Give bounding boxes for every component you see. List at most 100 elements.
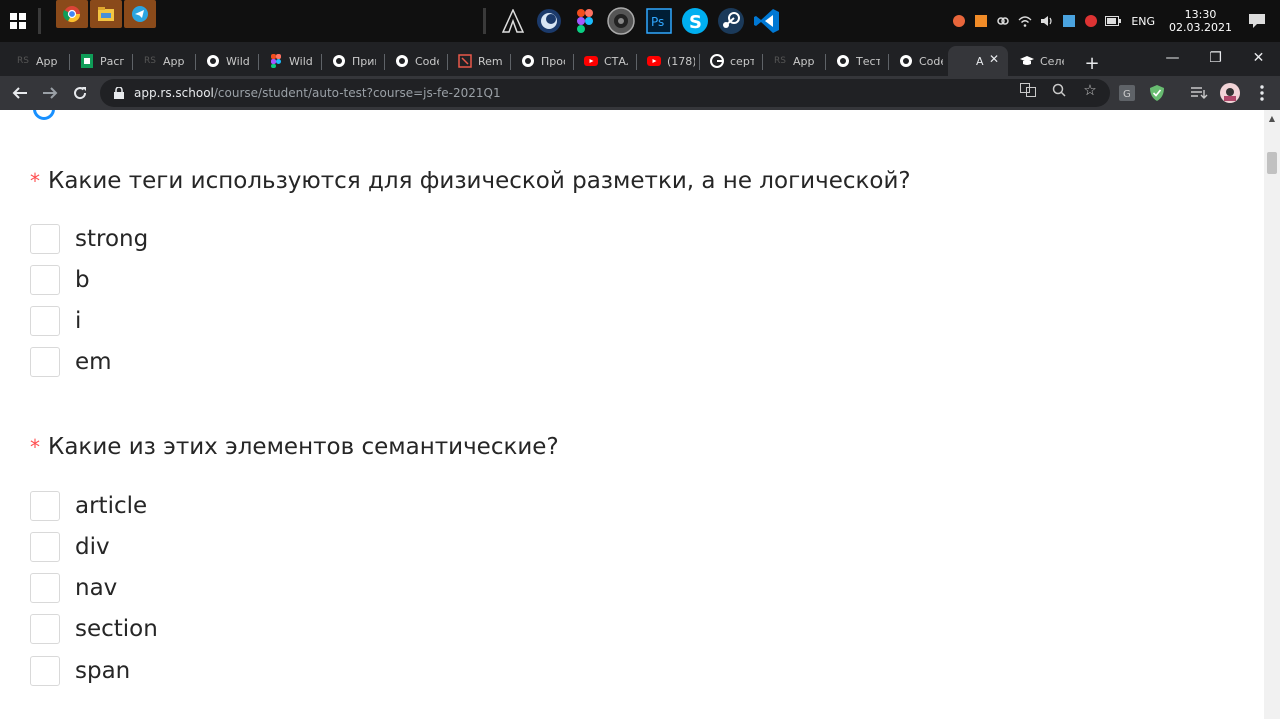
battery-icon[interactable] <box>1105 13 1122 29</box>
cinema4d-icon[interactable] <box>534 6 564 36</box>
partial-radio-icon[interactable] <box>33 110 55 120</box>
forward-button[interactable] <box>37 80 63 106</box>
more-menu-icon[interactable] <box>1253 84 1271 102</box>
option-span[interactable]: span <box>30 656 130 686</box>
checkbox[interactable] <box>30 347 60 377</box>
new-tab-button[interactable]: + <box>1079 50 1105 76</box>
tab[interactable]: Расп <box>70 46 130 76</box>
globe-icon <box>395 54 409 68</box>
adguard-extension-icon[interactable] <box>1148 84 1166 102</box>
checkbox[interactable] <box>30 491 60 521</box>
tab[interactable]: RS App <box>133 46 193 76</box>
tab-label: Расп <box>100 54 124 68</box>
close-tab-icon[interactable]: ✕ <box>988 53 1000 65</box>
option-article[interactable]: article <box>30 491 147 521</box>
restore-button[interactable]: ❐ <box>1193 42 1238 74</box>
tab-label: СТАЛ <box>604 54 628 68</box>
tray-app-icon[interactable] <box>951 13 967 29</box>
tab[interactable]: Тест <box>826 46 886 76</box>
audio-app-icon[interactable] <box>606 6 636 36</box>
tab[interactable]: Wildl <box>259 46 319 76</box>
option-section[interactable]: section <box>30 614 158 644</box>
tab[interactable]: RS App <box>763 46 823 76</box>
back-button[interactable] <box>7 80 33 106</box>
option-nav[interactable]: nav <box>30 573 117 603</box>
tray-app-icon[interactable] <box>973 13 989 29</box>
address-bar[interactable]: app.rs.school/course/student/auto-test?c… <box>100 79 1110 107</box>
question-1: * Какие теги используются для физической… <box>30 168 911 194</box>
bookmark-star-icon[interactable]: ☆ <box>1082 81 1098 99</box>
reload-button[interactable] <box>67 80 93 106</box>
checkbox[interactable] <box>30 224 60 254</box>
chrome-icon[interactable] <box>56 0 88 28</box>
file-explorer-icon[interactable] <box>90 0 122 28</box>
tab[interactable]: Code <box>385 46 445 76</box>
option-em[interactable]: em <box>30 347 112 377</box>
language-indicator[interactable]: ENG <box>1131 15 1155 28</box>
checkbox[interactable] <box>30 532 60 562</box>
photoshop-icon[interactable]: Ps <box>644 6 674 36</box>
checkbox[interactable] <box>30 573 60 603</box>
option-i[interactable]: i <box>30 306 81 336</box>
youtube-icon <box>647 54 661 68</box>
taskbar-separator <box>483 8 486 34</box>
clock[interactable]: 13:30 02.03.2021 <box>1169 8 1232 34</box>
volume-icon[interactable] <box>1039 13 1055 29</box>
skype-icon[interactable]: S <box>680 6 710 36</box>
globe-icon <box>206 54 220 68</box>
option-label: nav <box>75 575 118 601</box>
tab-label: Тест <box>856 54 880 68</box>
close-window-button[interactable]: ✕ <box>1236 42 1280 74</box>
checkbox[interactable] <box>30 656 60 686</box>
windows-start-icon[interactable] <box>6 6 30 36</box>
tab-label: Прив <box>352 54 376 68</box>
clock-date: 02.03.2021 <box>1169 21 1232 34</box>
minimize-button[interactable]: — <box>1150 42 1195 74</box>
tray-app-icon[interactable] <box>1083 13 1099 29</box>
tab[interactable]: RS App <box>6 46 66 76</box>
assassins-creed-icon[interactable] <box>498 6 528 36</box>
tab[interactable]: СТАЛ <box>574 46 634 76</box>
option-label: span <box>75 658 131 684</box>
tab[interactable]: Прос <box>511 46 571 76</box>
scrollbar-thumb[interactable] <box>1267 152 1277 174</box>
rs-icon: RS <box>144 56 156 66</box>
checkbox[interactable] <box>30 614 60 644</box>
avatar[interactable] <box>1219 82 1241 104</box>
link-icon[interactable] <box>995 13 1011 29</box>
checkbox[interactable] <box>30 265 60 295</box>
tab-label: Rem <box>478 54 502 68</box>
tab[interactable]: Wildl <box>196 46 256 76</box>
vscode-icon[interactable] <box>752 6 782 36</box>
tab[interactable]: серт <box>700 46 760 76</box>
option-div[interactable]: div <box>30 532 110 562</box>
tab[interactable]: Селе <box>1010 46 1074 76</box>
notification-icon[interactable] <box>1246 10 1268 32</box>
steam-icon[interactable] <box>716 6 746 36</box>
svg-text:Ps: Ps <box>651 15 664 29</box>
page-scrollbar[interactable]: ▲ <box>1264 110 1280 719</box>
option-b[interactable]: b <box>30 265 90 295</box>
page-content: * Какие теги используются для физической… <box>0 110 1264 719</box>
globe-icon <box>899 54 913 68</box>
tab[interactable]: Code <box>889 46 949 76</box>
telegram-icon[interactable] <box>124 0 156 28</box>
tab[interactable]: Прив <box>322 46 382 76</box>
grammarly-extension-icon[interactable]: G <box>1118 84 1136 102</box>
reading-list-icon[interactable] <box>1190 84 1208 102</box>
checkbox[interactable] <box>30 306 60 336</box>
lock-icon[interactable] <box>112 86 126 100</box>
url-path: /course/student/auto-test?course=js-fe-2… <box>213 86 501 100</box>
tab[interactable]: (178) <box>637 46 697 76</box>
tab[interactable]: Rem <box>448 46 508 76</box>
scroll-up-icon[interactable]: ▲ <box>1264 110 1280 126</box>
question-text: Какие теги используются для физической р… <box>48 168 911 194</box>
tray-app-icon[interactable] <box>1061 13 1077 29</box>
figma-icon[interactable] <box>570 6 600 36</box>
tab-label: Селе <box>1040 54 1064 68</box>
zoom-icon[interactable] <box>1051 82 1067 98</box>
option-label: div <box>75 534 110 560</box>
translate-icon[interactable] <box>1020 82 1036 98</box>
wifi-icon[interactable] <box>1017 13 1033 29</box>
option-strong[interactable]: strong <box>30 224 148 254</box>
